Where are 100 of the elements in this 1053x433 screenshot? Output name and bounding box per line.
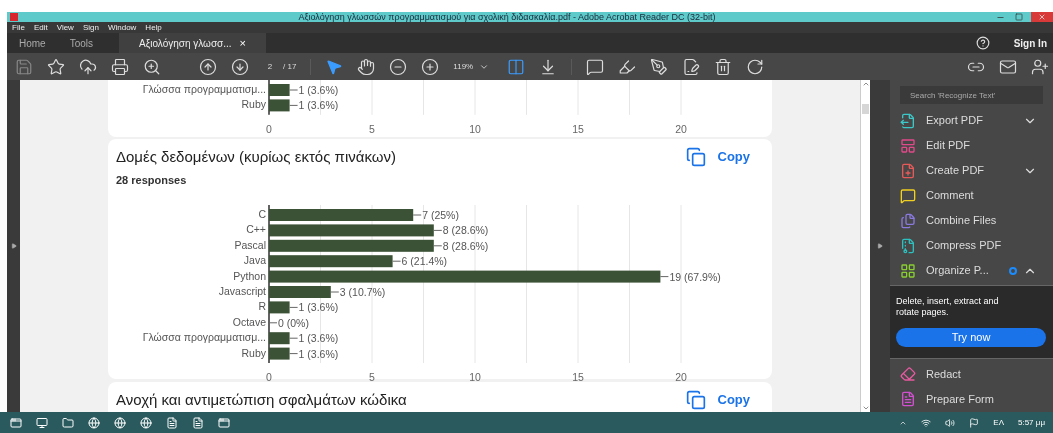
- collapse-arrow-icon: [877, 243, 883, 249]
- tool-item[interactable]: Export PDF: [890, 108, 1053, 133]
- scroll-down-icon: [861, 404, 870, 412]
- page-view-icon[interactable]: [507, 57, 526, 76]
- tool-item[interactable]: Redact: [890, 361, 1053, 387]
- user-add-icon[interactable]: [1031, 57, 1049, 76]
- next-page-icon[interactable]: [231, 57, 249, 76]
- category-label: Pascal: [234, 238, 266, 251]
- bar: [269, 84, 290, 96]
- value-label: 1 (3.6%): [298, 347, 339, 360]
- zoom-dropdown[interactable]: 119%: [453, 60, 494, 73]
- speaker-icon: [945, 417, 956, 428]
- axis-tick-label: 10: [469, 370, 481, 383]
- print-icon[interactable]: [111, 57, 129, 76]
- axis-tick-label: 10: [469, 122, 481, 135]
- tool-item[interactable]: Edit PDF: [890, 133, 1053, 158]
- menu-item[interactable]: Edit: [33, 22, 48, 33]
- value-label: 1 (3.6%): [298, 84, 339, 96]
- tab-close[interactable]: ×: [239, 34, 247, 52]
- tool-item[interactable]: Combine Files: [890, 208, 1053, 233]
- category-label: C: [258, 207, 266, 220]
- try-now-button[interactable]: Try now: [896, 328, 1046, 347]
- organize-pages-icon: [900, 262, 916, 279]
- rotate-icon[interactable]: [746, 57, 765, 76]
- maximize-icon[interactable]: [1015, 13, 1023, 21]
- menu-item[interactable]: Help: [145, 22, 162, 33]
- sign-in-button[interactable]: Sign In: [1013, 33, 1047, 53]
- tab[interactable]: Home: [7, 33, 58, 53]
- help-icon[interactable]: [975, 36, 990, 50]
- category-label: Javascript: [218, 284, 266, 297]
- save-icon[interactable]: [15, 57, 33, 76]
- copy-button[interactable]: Copy: [685, 147, 750, 167]
- tool-item[interactable]: Organize P...: [890, 258, 1053, 283]
- search-field[interactable]: Search 'Recognize Text': [900, 86, 1043, 104]
- category-label: Ruby: [241, 98, 266, 111]
- comment-icon[interactable]: [586, 57, 605, 76]
- copy-button[interactable]: Copy: [685, 390, 750, 410]
- axis-tick-label: 5: [369, 122, 375, 135]
- pdf-icon[interactable]: [192, 416, 204, 429]
- close-icon: [1038, 13, 1046, 21]
- value-label: 6 (21.4%): [401, 254, 448, 267]
- task-view-icon[interactable]: [36, 416, 48, 429]
- app-icon[interactable]: [218, 416, 230, 429]
- redact-icon: [900, 365, 916, 382]
- browser-icon[interactable]: [114, 416, 126, 429]
- category-label: Ruby: [241, 346, 266, 359]
- hand-icon[interactable]: [357, 57, 376, 76]
- form-icon: [900, 390, 916, 407]
- fill-sign-icon[interactable]: [682, 57, 701, 76]
- scrollbar-thumb[interactable]: [862, 104, 869, 114]
- language-indicator[interactable]: ΕΛ: [993, 416, 1004, 429]
- search-icon[interactable]: [143, 57, 161, 76]
- value-label: 3 (10.7%): [339, 285, 386, 298]
- spreadsheet-icon[interactable]: [166, 416, 178, 429]
- cloud-upload-icon[interactable]: [79, 57, 97, 76]
- scrollbar[interactable]: [860, 80, 870, 412]
- folder-icon[interactable]: [62, 416, 74, 429]
- tool-item[interactable]: Prepare Form: [890, 386, 1053, 412]
- tab[interactable]: Tools: [57, 33, 106, 53]
- browser-icon[interactable]: [140, 416, 152, 429]
- axis-tick-label: 5: [369, 370, 375, 383]
- menu-item[interactable]: File: [12, 22, 25, 33]
- previous-page-icon[interactable]: [199, 57, 217, 76]
- menu-item[interactable]: View: [56, 22, 74, 33]
- axis-tick-label: 0: [266, 122, 272, 135]
- tool-item[interactable]: Create PDF: [890, 158, 1053, 183]
- trash-icon[interactable]: [714, 57, 733, 76]
- category-label: Octave: [232, 315, 266, 328]
- zoom-out-icon[interactable]: [389, 57, 408, 76]
- highlighter-icon[interactable]: [618, 57, 637, 76]
- menu-item[interactable]: Window: [107, 22, 137, 33]
- edit-pdf-icon: [900, 137, 916, 154]
- zoom-in-icon[interactable]: [421, 57, 440, 76]
- bar: [269, 285, 331, 298]
- browser-icon[interactable]: [88, 416, 100, 429]
- tool-item[interactable]: Comment: [890, 183, 1053, 208]
- start-icon[interactable]: [10, 416, 22, 429]
- page-number-field[interactable]: 2: [263, 60, 277, 73]
- pointer-icon[interactable]: [325, 57, 344, 76]
- scroll-up-icon: [861, 80, 870, 88]
- close-button[interactable]: [1031, 12, 1053, 22]
- bar: [269, 300, 290, 313]
- value-label: 8 (28.6%): [442, 239, 489, 252]
- category-label: Java: [243, 253, 266, 266]
- question-title: Δομές δεδομένων (κυρίως εκτός πινάκων): [116, 146, 396, 167]
- copy-icon: [685, 147, 706, 167]
- pen-icon[interactable]: [650, 57, 669, 76]
- value-label: 1 (3.6%): [298, 99, 339, 112]
- comment-icon: [900, 187, 916, 204]
- response-count: 28 responses: [115, 173, 188, 188]
- mail-icon[interactable]: [999, 57, 1017, 76]
- tool-item[interactable]: Compress PDF: [890, 233, 1053, 258]
- clock: 5:57 μμ: [1018, 416, 1045, 429]
- menu-item[interactable]: Sign: [82, 22, 99, 33]
- export-pdf-icon: [900, 112, 916, 129]
- flag-icon: [969, 417, 980, 428]
- star-icon[interactable]: [47, 57, 65, 76]
- tab[interactable]: Αξιολόγηση γλωσσ... ×: [119, 33, 267, 53]
- category-label: R: [258, 299, 266, 312]
- value-label: 0 (0%): [278, 316, 309, 329]
